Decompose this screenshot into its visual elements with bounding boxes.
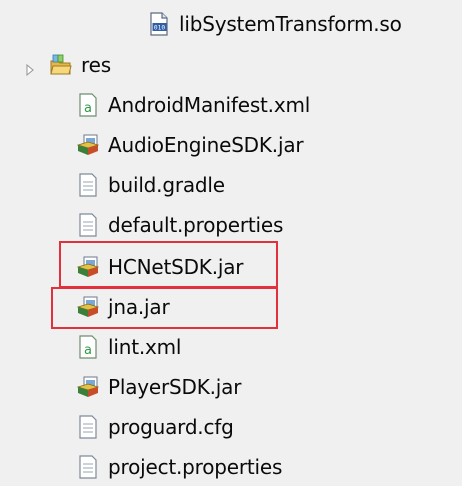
highlight-box-hcnetsdk [59,241,278,288]
tree-item-res[interactable]: res [50,46,111,84]
tree-item-libsystemtransform[interactable]: 010 libSystemTransform.so [148,5,402,43]
tree-item-label: res [81,53,111,77]
tree-item-project-properties[interactable]: project.properties [77,448,282,486]
tree-item-label: AndroidManifest.xml [108,93,311,117]
xml-file-icon: a [77,93,99,117]
tree-item-build-gradle[interactable]: build.gradle [77,166,225,204]
expand-arrow-icon[interactable] [24,63,36,77]
tree-item-label: default.properties [108,213,284,237]
svg-text:010: 010 [154,25,165,32]
tree-item-label: proguard.cfg [108,415,234,439]
tree-item-label: PlayerSDK.jar [108,375,242,399]
jar-file-icon [77,375,99,399]
tree-item-label: project.properties [108,455,283,479]
text-file-icon [77,415,99,439]
tree-item-proguard-cfg[interactable]: proguard.cfg [77,408,234,446]
text-file-icon [77,213,99,237]
tree-item-label: AudioEngineSDK.jar [108,133,304,157]
svg-text:a: a [84,343,92,358]
tree-item-label: libSystemTransform.so [179,12,402,36]
binary-file-icon: 010 [148,12,170,36]
tree-item-lint-xml[interactable]: a lint.xml [77,328,181,366]
tree-item-playersdk[interactable]: PlayerSDK.jar [77,368,241,406]
text-file-icon [77,173,99,197]
svg-text:a: a [84,101,92,116]
project-explorer-tree: 010 libSystemTransform.so res a AndroidM… [0,0,462,486]
xml-file-icon: a [77,335,99,359]
highlight-box-jna [51,287,278,329]
tree-item-label: lint.xml [108,335,182,359]
jar-file-icon [77,133,99,157]
folder-icon [50,53,72,77]
tree-item-androidmanifest[interactable]: a AndroidManifest.xml [77,86,310,124]
tree-item-audioenginesdk[interactable]: AudioEngineSDK.jar [77,126,304,164]
text-file-icon [77,455,99,479]
tree-item-default-properties[interactable]: default.properties [77,206,283,244]
tree-item-label: build.gradle [108,173,225,197]
